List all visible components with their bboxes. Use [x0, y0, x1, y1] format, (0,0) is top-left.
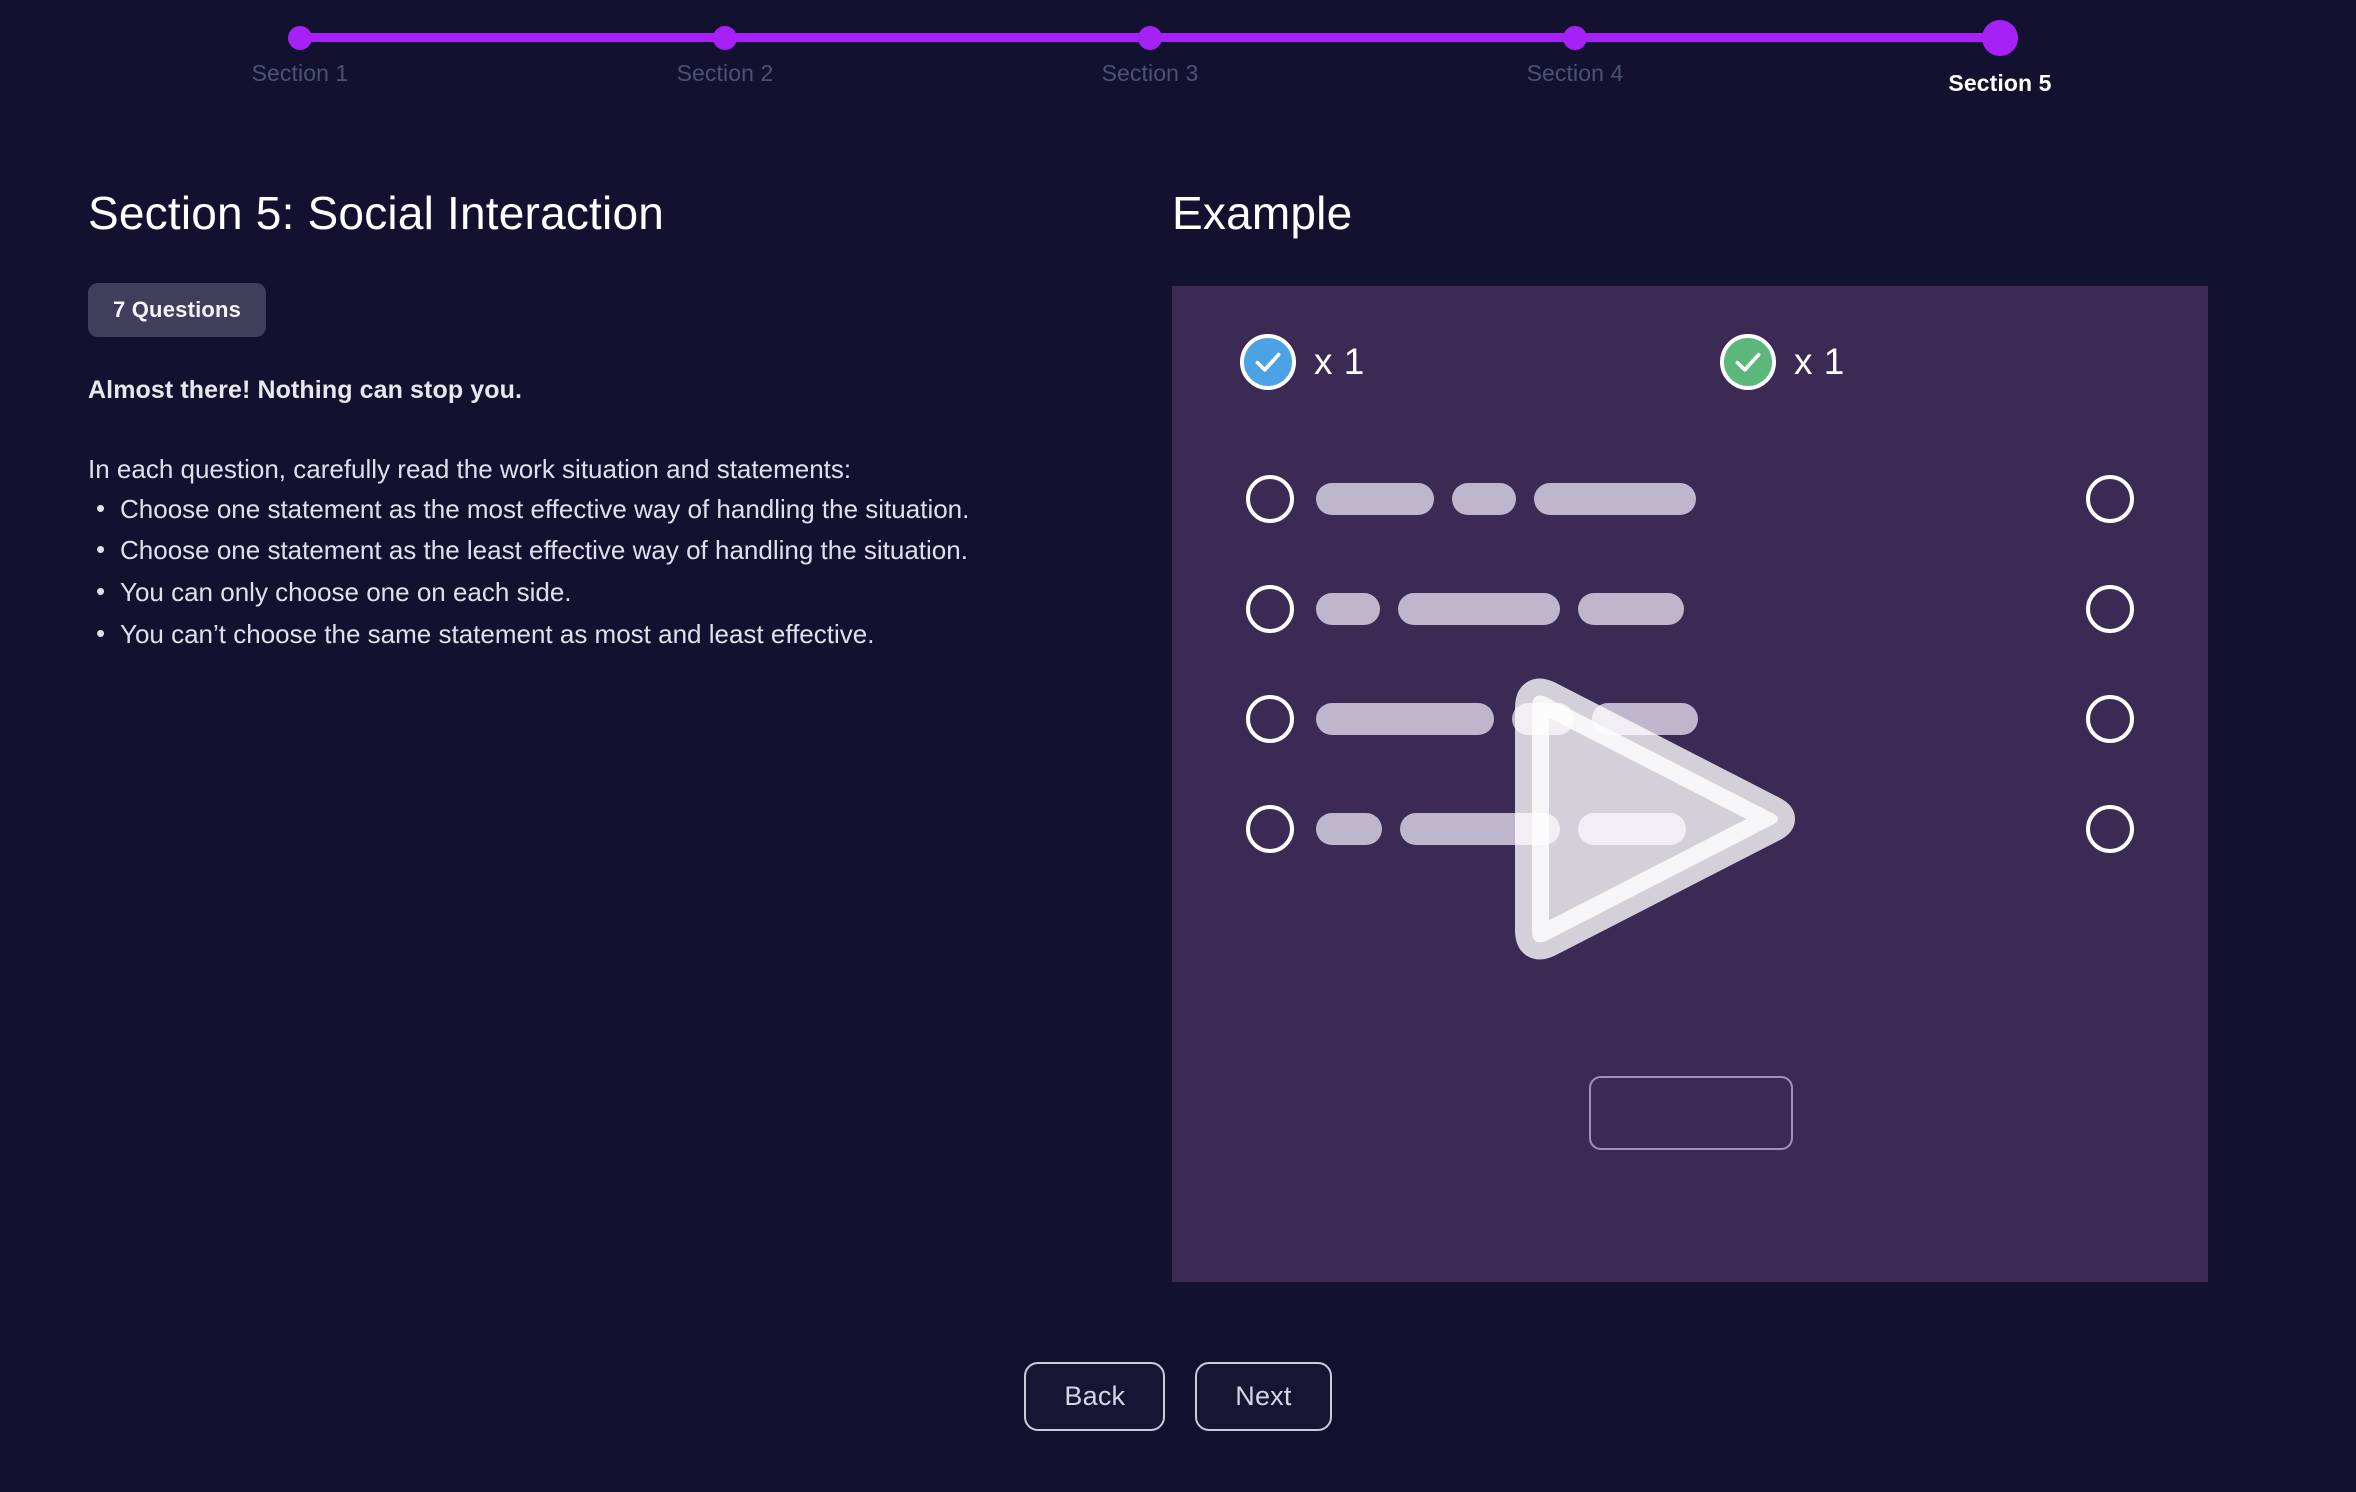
placeholder-bar [1512, 703, 1574, 735]
example-column: Example x 1 x 1 [1172, 186, 2212, 1282]
radio-left-icon[interactable] [1246, 475, 1294, 523]
placeholder-bar [1316, 703, 1494, 735]
check-circle-icon [1720, 334, 1776, 390]
example-video-panel[interactable]: x 1 x 1 [1172, 286, 2208, 1282]
example-answer-rows [1172, 444, 2208, 884]
footer-navigation: Back Next [0, 1362, 2356, 1431]
step-dot-4 [1563, 26, 1587, 50]
step-label-2: Section 2 [615, 60, 835, 87]
row-placeholder-bars [1294, 813, 2086, 845]
radio-left-icon[interactable] [1246, 585, 1294, 633]
radio-right-icon[interactable] [2086, 475, 2134, 523]
progress-stepper: Section 1 Section 2 Section 3 Section 4 … [0, 0, 2356, 120]
placeholder-bar [1316, 813, 1382, 845]
placeholder-bar [1534, 483, 1696, 515]
encouragement-text: Almost there! Nothing can stop you. [88, 376, 1118, 405]
placeholder-bar [1592, 703, 1698, 735]
radio-right-icon[interactable] [2086, 695, 2134, 743]
section-info-column: Section 5: Social Interaction 7 Question… [88, 186, 1118, 660]
table-row[interactable] [1172, 774, 2208, 884]
stepper-step-3[interactable]: Section 3 [1040, 0, 1260, 87]
step-label-1: Section 1 [190, 60, 410, 87]
page-title: Section 5: Social Interaction [88, 186, 1118, 240]
row-placeholder-bars [1294, 703, 2086, 735]
legend-count-label: x 1 [1314, 341, 1365, 383]
example-title: Example [1172, 186, 2212, 240]
list-item: Choose one statement as the most effecti… [88, 494, 1028, 526]
check-circle-icon [1240, 334, 1296, 390]
radio-right-icon[interactable] [2086, 585, 2134, 633]
step-dot-5 [1982, 20, 2018, 56]
instructions-intro: In each question, carefully read the wor… [88, 452, 1118, 487]
stepper-step-4[interactable]: Section 4 [1465, 0, 1685, 87]
stepper-step-5[interactable]: Section 5 [1890, 0, 2110, 97]
stepper-step-1[interactable]: Section 1 [190, 0, 410, 87]
placeholder-bar [1578, 593, 1684, 625]
instructions-list: Choose one statement as the most effecti… [88, 494, 1118, 651]
row-placeholder-bars [1294, 593, 2086, 625]
radio-right-icon[interactable] [2086, 805, 2134, 853]
placeholder-bar [1578, 813, 1686, 845]
question-count-badge: 7 Questions [88, 283, 266, 337]
table-row[interactable] [1172, 444, 2208, 554]
radio-left-icon[interactable] [1246, 695, 1294, 743]
step-label-5: Section 5 [1890, 70, 2110, 97]
placeholder-bar [1398, 593, 1560, 625]
legend-item-most-effective: x 1 [1240, 334, 1365, 390]
table-row[interactable] [1172, 554, 2208, 664]
step-dot-2 [713, 26, 737, 50]
placeholder-bar [1400, 813, 1560, 845]
example-legend: x 1 x 1 [1172, 334, 2208, 404]
radio-left-icon[interactable] [1246, 805, 1294, 853]
step-label-4: Section 4 [1465, 60, 1685, 87]
list-item: You can’t choose the same statement as m… [88, 619, 1028, 651]
list-item: You can only choose one on each side. [88, 577, 1028, 609]
step-dot-3 [1138, 26, 1162, 50]
stepper-step-2[interactable]: Section 2 [615, 0, 835, 87]
placeholder-bar [1316, 593, 1380, 625]
placeholder-bar [1452, 483, 1516, 515]
table-row[interactable] [1172, 664, 2208, 774]
legend-count-label: x 1 [1794, 341, 1845, 383]
row-placeholder-bars [1294, 483, 2086, 515]
back-button[interactable]: Back [1024, 1362, 1165, 1431]
legend-item-least-effective: x 1 [1720, 334, 1845, 390]
step-label-3: Section 3 [1040, 60, 1260, 87]
placeholder-bar [1316, 483, 1434, 515]
next-button[interactable]: Next [1195, 1362, 1331, 1431]
list-item: Choose one statement as the least effect… [88, 535, 1028, 567]
example-footer-placeholder [1589, 1076, 1793, 1150]
step-dot-1 [288, 26, 312, 50]
